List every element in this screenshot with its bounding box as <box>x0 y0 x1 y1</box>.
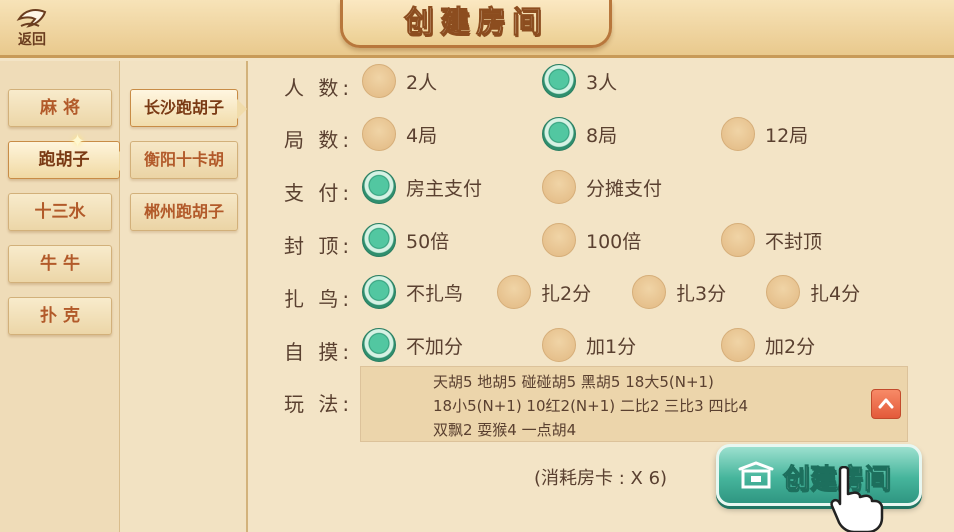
radio-button[interactable] <box>542 170 576 204</box>
option-rounds-8[interactable]: 8局 <box>542 117 617 151</box>
back-label: 返回 <box>18 32 46 48</box>
rules-line: 双飘2 耍猴4 一点胡4 <box>433 421 577 439</box>
option-bird-4[interactable]: 扎4分 <box>766 275 860 309</box>
radio-button-selected[interactable] <box>362 223 396 257</box>
house-icon <box>738 461 774 489</box>
rules-line: 天胡5 地胡5 碰碰胡5 黑胡5 18大5(N+1) <box>433 373 714 391</box>
option-label: 扎3分 <box>676 282 727 305</box>
category-label: 牛 牛 <box>40 254 80 274</box>
sub-game-hengyang[interactable]: 衡阳十卡胡 <box>130 141 238 179</box>
option-label: 加2分 <box>765 335 816 358</box>
category-niuniu[interactable]: 牛 牛 <box>8 245 112 283</box>
option-players-2[interactable]: 2人 <box>362 64 437 98</box>
option-label: 100倍 <box>586 230 642 253</box>
radio-button[interactable] <box>542 223 576 257</box>
radio-button-selected[interactable] <box>542 64 576 98</box>
option-rounds-4[interactable]: 4局 <box>362 117 437 151</box>
payment-label: 支 付: <box>284 181 354 205</box>
sub-game-chenzhou[interactable]: 郴州跑胡子 <box>130 193 238 231</box>
create-room-button[interactable]: 创建房间 <box>716 444 922 506</box>
option-label: 扎4分 <box>810 282 861 305</box>
sub-game-panel: 长沙跑胡子 衡阳十卡胡 郴州跑胡子 <box>120 61 248 532</box>
option-cap-none[interactable]: 不封顶 <box>721 223 822 257</box>
title-plate: 创建房间 <box>340 0 612 48</box>
category-label: 十三水 <box>34 202 86 222</box>
category-label: 麻 将 <box>40 98 80 118</box>
option-label: 4局 <box>406 124 438 147</box>
option-cap-50[interactable]: 50倍 <box>362 223 449 257</box>
rules-label: 玩 法: <box>284 392 354 416</box>
option-cap-100[interactable]: 100倍 <box>542 223 641 257</box>
rules-line: 18小5(N+1) 10红2(N+1) 二比2 三比3 四比4 <box>433 397 749 415</box>
rules-box[interactable]: 天胡5 地胡5 碰碰胡5 黑胡5 18大5(N+1) 18小5(N+1) 10红… <box>360 366 908 442</box>
radio-button[interactable] <box>766 275 800 309</box>
option-bird-3[interactable]: 扎3分 <box>632 275 726 309</box>
option-players-3[interactable]: 3人 <box>542 64 617 98</box>
option-self-draw-1[interactable]: 加1分 <box>542 328 636 362</box>
option-label: 50倍 <box>406 230 450 253</box>
category-mahjong[interactable]: 麻 将 <box>8 89 112 127</box>
page-title: 创建房间 <box>404 5 548 41</box>
category-label: 扑 克 <box>40 306 80 326</box>
category-shisanshui[interactable]: 十三水 <box>8 193 112 231</box>
pointing-hand-icon <box>830 466 884 532</box>
radio-button-selected[interactable] <box>542 117 576 151</box>
back-arrow-icon <box>16 9 47 28</box>
sparkle-decoration: ✦ <box>70 131 86 152</box>
radio-button[interactable] <box>632 275 666 309</box>
option-payment-host[interactable]: 房主支付 <box>362 170 482 204</box>
option-label: 12局 <box>765 124 809 147</box>
option-label: 扎2分 <box>541 282 592 305</box>
option-label: 不封顶 <box>765 230 823 253</box>
back-button[interactable]: 返回 <box>6 4 58 54</box>
radio-button[interactable] <box>362 64 396 98</box>
radio-button[interactable] <box>542 328 576 362</box>
sub-game-label: 郴州跑胡子 <box>143 202 224 221</box>
category-panel: 麻 将 跑胡子 十三水 牛 牛 扑 克 ✦ <box>0 61 129 532</box>
option-self-draw-2[interactable]: 加2分 <box>721 328 815 362</box>
room-card-cost: (消耗房卡 : X 6) <box>534 468 668 489</box>
option-label: 房主支付 <box>406 177 483 200</box>
category-label: 跑胡子 <box>38 150 90 170</box>
option-label: 不加分 <box>406 335 464 358</box>
radio-button-selected[interactable] <box>362 275 396 309</box>
option-bird-2[interactable]: 扎2分 <box>497 275 591 309</box>
option-label: 2人 <box>406 71 438 94</box>
option-payment-split[interactable]: 分摊支付 <box>542 170 662 204</box>
sub-game-changsha[interactable]: 长沙跑胡子 <box>130 89 247 127</box>
category-paohuzi[interactable]: 跑胡子 <box>8 141 129 179</box>
option-label: 8局 <box>586 124 618 147</box>
option-label: 不扎鸟 <box>406 282 464 305</box>
option-self-draw-none[interactable]: 不加分 <box>362 328 463 362</box>
radio-button[interactable] <box>497 275 531 309</box>
radio-button[interactable] <box>721 328 755 362</box>
radio-button[interactable] <box>721 117 755 151</box>
players-label: 人 数: <box>284 76 354 100</box>
option-label: 3人 <box>586 71 618 94</box>
radio-button-selected[interactable] <box>362 170 396 204</box>
option-rounds-12[interactable]: 12局 <box>721 117 808 151</box>
option-bird-none[interactable]: 不扎鸟 <box>362 275 463 309</box>
scroll-up-button[interactable] <box>871 389 901 419</box>
sub-game-label: 衡阳十卡胡 <box>143 150 224 169</box>
radio-button-selected[interactable] <box>362 328 396 362</box>
category-poker[interactable]: 扑 克 <box>8 297 112 335</box>
option-label: 加1分 <box>586 335 637 358</box>
cap-label: 封 顶: <box>284 234 354 258</box>
rounds-label: 局 数: <box>284 128 354 152</box>
sub-game-label: 长沙跑胡子 <box>143 98 224 117</box>
bird-label: 扎 鸟: <box>284 287 354 311</box>
top-bar: 返回 创建房间 <box>0 0 954 58</box>
self-draw-label: 自 摸: <box>284 340 354 364</box>
radio-button[interactable] <box>721 223 755 257</box>
chevron-up-icon <box>878 398 894 409</box>
radio-button[interactable] <box>362 117 396 151</box>
option-label: 分摊支付 <box>586 177 663 200</box>
